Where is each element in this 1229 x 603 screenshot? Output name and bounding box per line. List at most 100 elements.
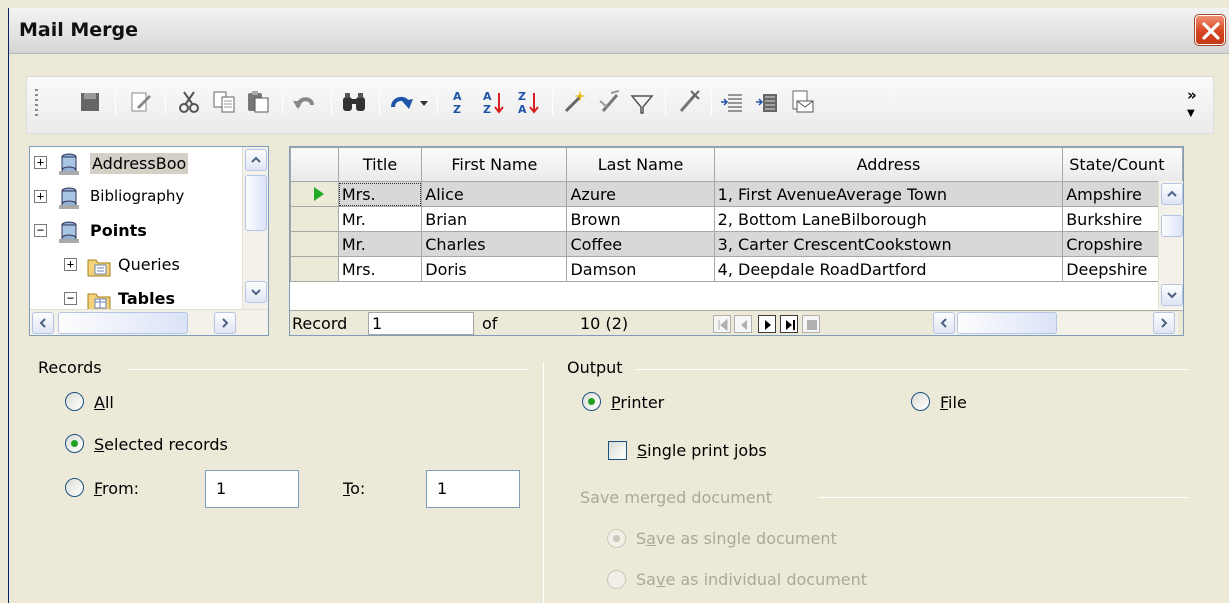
printer-radio[interactable] [582, 392, 601, 411]
all-label[interactable]: All [94, 393, 114, 412]
tree-item-bibliography[interactable]: + Bibliography [30, 181, 240, 215]
cell-address[interactable]: 1, First AvenueAverage Town [713, 181, 1064, 207]
new-record-button[interactable] [802, 315, 820, 333]
scroll-thumb[interactable] [1161, 215, 1183, 237]
scroll-thumb[interactable] [58, 312, 188, 334]
collapse-icon[interactable]: − [34, 224, 47, 237]
column-header-address[interactable]: Address [713, 147, 1064, 182]
sort-az-icon[interactable]: AZ [479, 87, 509, 117]
file-radio[interactable] [911, 392, 930, 411]
cell-address[interactable]: 3, Carter CrescentCookstown [713, 231, 1064, 257]
scroll-thumb[interactable] [957, 312, 1057, 334]
edit-data-icon[interactable] [125, 87, 155, 117]
selected-records-label[interactable]: Selected records [94, 435, 228, 454]
collapse-icon[interactable]: − [64, 292, 77, 305]
single-print-jobs-checkbox[interactable] [608, 441, 627, 460]
record-number-input[interactable]: 1 [368, 312, 474, 335]
to-label[interactable]: To: [343, 479, 365, 498]
from-radio[interactable] [65, 478, 84, 497]
cell-address[interactable]: 4, Deepdale RoadDartford [713, 256, 1064, 282]
next-record-button[interactable] [758, 315, 776, 333]
toolbar-overflow-button[interactable]: » ▼ [1187, 87, 1197, 122]
table-row[interactable]: Mr. Charles Coffee 3, Carter CrescentCoo… [290, 231, 1183, 257]
column-header-title[interactable]: Title [337, 147, 423, 182]
table-row[interactable]: Mrs. Doris Damson 4, Deepdale RoadDartfo… [290, 256, 1183, 282]
save-single-document-radio[interactable] [607, 529, 626, 548]
cell-last-name[interactable]: Brown [566, 206, 715, 232]
save-single-document-label[interactable]: Save as single document [636, 529, 837, 548]
sort-ascending-icon[interactable]: AZ [444, 87, 474, 117]
selected-records-radio[interactable] [65, 434, 84, 453]
cell-first-name[interactable]: Alice [421, 181, 568, 207]
table-row[interactable]: Mrs. Alice Azure 1, First AvenueAverage … [290, 181, 1183, 207]
title-bar[interactable]: Mail Merge [9, 8, 1229, 54]
column-header-first-name[interactable]: First Name [421, 147, 568, 182]
cell-first-name[interactable]: Charles [421, 231, 568, 257]
remove-filter-icon[interactable] [673, 87, 703, 117]
save-icon[interactable] [75, 87, 105, 117]
cell-last-name[interactable]: Coffee [566, 231, 715, 257]
sort-za-icon[interactable]: ZA [514, 87, 544, 117]
scroll-right-button[interactable] [1153, 312, 1175, 334]
paste-icon[interactable] [243, 87, 273, 117]
data-grid[interactable]: Title First Name Last Name Address State… [289, 146, 1184, 336]
printer-label[interactable]: Printer [611, 393, 664, 412]
single-print-jobs-label[interactable]: Single print jobs [637, 441, 767, 460]
from-input[interactable]: 1 [205, 470, 299, 508]
cell-title[interactable]: Mrs. [337, 256, 423, 282]
previous-record-button[interactable] [734, 315, 752, 333]
autofilter-icon[interactable] [560, 87, 590, 117]
cell-title[interactable]: Mr. [337, 231, 423, 257]
row-header[interactable] [290, 231, 339, 257]
scroll-thumb[interactable] [245, 175, 267, 231]
grid-horizontal-scrollbar[interactable] [933, 312, 1178, 335]
save-individual-document-radio[interactable] [607, 570, 626, 589]
standard-filter-icon[interactable] [595, 87, 625, 117]
row-header[interactable] [290, 256, 339, 282]
grid-vertical-scrollbar[interactable] [1158, 181, 1183, 309]
column-header-last-name[interactable]: Last Name [566, 147, 715, 182]
cell-last-name[interactable]: Damson [566, 256, 715, 282]
undo-icon[interactable] [290, 87, 320, 117]
redo-dropdown-icon[interactable] [417, 87, 431, 117]
cell-address[interactable]: 2, Bottom LaneBilborough [713, 206, 1064, 232]
scroll-left-button[interactable] [933, 312, 955, 334]
scroll-right-button[interactable] [214, 312, 236, 334]
cell-title[interactable]: Mrs. [337, 181, 423, 207]
to-input[interactable]: 1 [426, 470, 520, 508]
tree-item-queries[interactable]: + Queries [30, 249, 240, 283]
find-icon[interactable] [339, 87, 369, 117]
tree-item-addressbook[interactable]: + AddressBoo [30, 147, 240, 181]
copy-icon[interactable] [209, 87, 239, 117]
expand-icon[interactable]: + [34, 156, 47, 169]
row-header[interactable] [290, 181, 339, 207]
cell-first-name[interactable]: Doris [421, 256, 568, 282]
from-label[interactable]: From: [94, 479, 139, 498]
column-header-state-country[interactable]: State/Count [1062, 147, 1183, 182]
scroll-up-button[interactable] [1161, 183, 1183, 205]
cell-first-name[interactable]: Brian [421, 206, 568, 232]
scroll-down-button[interactable] [245, 281, 267, 303]
last-record-button[interactable] [780, 315, 798, 333]
file-label[interactable]: File [940, 393, 967, 412]
first-record-button[interactable] [713, 315, 731, 333]
expand-icon[interactable]: + [34, 190, 47, 203]
data-to-fields-icon[interactable] [753, 87, 783, 117]
cut-icon[interactable] [174, 87, 204, 117]
toolbar-grip[interactable] [35, 89, 38, 119]
row-header[interactable] [290, 206, 339, 232]
cell-last-name[interactable]: Azure [566, 181, 715, 207]
save-individual-document-label[interactable]: Save as individual document [636, 570, 867, 589]
all-radio[interactable] [65, 392, 84, 411]
scroll-down-button[interactable] [1161, 284, 1183, 306]
filter-icon[interactable] [627, 87, 657, 117]
mail-merge-icon[interactable] [787, 87, 817, 117]
redo-icon[interactable] [387, 87, 417, 117]
close-button[interactable] [1194, 14, 1226, 46]
scroll-left-button[interactable] [32, 312, 54, 334]
tree-vertical-scrollbar[interactable] [242, 147, 268, 309]
datasource-tree[interactable]: + AddressBoo + Bibliography − Points + Q… [29, 146, 269, 336]
tree-horizontal-scrollbar[interactable] [30, 309, 268, 335]
data-to-text-icon[interactable] [718, 87, 748, 117]
tree-item-points[interactable]: − Points [30, 215, 240, 249]
